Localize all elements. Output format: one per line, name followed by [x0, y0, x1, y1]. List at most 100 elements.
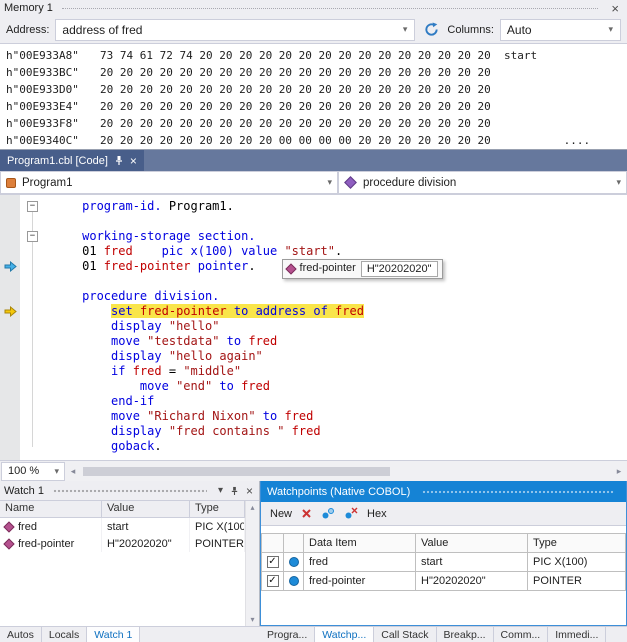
code-editor[interactable]: − program-id. Program1. − working-storage… [0, 195, 627, 460]
outline-margin[interactable] [20, 439, 46, 454]
code-line[interactable]: display "hello again" [0, 349, 627, 364]
outline-margin[interactable] [20, 394, 46, 409]
disable-watchpoints-icon[interactable] [344, 507, 358, 520]
current-statement-arrow-icon[interactable] [0, 306, 20, 317]
columns-combobox[interactable]: Auto ▾ [500, 19, 621, 41]
code-line[interactable]: if fred = "middle" [0, 364, 627, 379]
memory-bytes: 20 20 20 20 20 20 20 20 20 20 20 20 20 2… [100, 98, 504, 115]
memory-row[interactable]: h"00E933BC"20 20 20 20 20 20 20 20 20 20… [6, 64, 627, 81]
code-line[interactable]: move "testdata" to fred [0, 334, 627, 349]
address-combobox[interactable]: address of fred ▾ [55, 19, 415, 41]
outline-margin[interactable] [20, 214, 46, 229]
scroll-up-icon[interactable]: ▴ [250, 503, 254, 512]
code-line[interactable]: move "end" to fred [0, 379, 627, 394]
bottom-tab-watchp[interactable]: Watchp... [315, 627, 374, 642]
memory-row[interactable]: h"00E9340C"20 20 20 20 20 20 20 20 20 00… [6, 132, 627, 149]
code-line[interactable]: display "hello" [0, 319, 627, 334]
bottom-tab-immedi[interactable]: Immedi... [548, 627, 606, 642]
close-icon[interactable]: × [607, 2, 623, 15]
code-line[interactable]: − program-id. Program1. [0, 199, 627, 214]
memory-row[interactable]: h"00E933F8"20 20 20 20 20 20 20 20 20 20… [6, 115, 627, 132]
watchpoint-row[interactable]: ✓fredstartPIC X(100) [262, 553, 626, 572]
code-text: procedure division. [46, 289, 219, 304]
watch-row[interactable]: fredstartPIC X(100) [0, 518, 245, 535]
bottom-tab-progra[interactable]: Progra... [260, 627, 315, 642]
scroll-left-icon[interactable]: ◂ [65, 466, 81, 477]
code-line[interactable]: − working-storage section. [0, 229, 627, 244]
vertical-scrollbar[interactable]: ▴ ▾ [245, 501, 259, 626]
hex-toggle-button[interactable]: Hex [367, 508, 387, 520]
outline-margin[interactable] [20, 379, 46, 394]
code-line[interactable]: set fred-pointer to address of fred [0, 304, 627, 319]
code-text: goback. [46, 439, 162, 454]
outline-margin[interactable]: − [20, 229, 46, 244]
outline-margin[interactable] [20, 244, 46, 259]
memory-content[interactable]: h"00E933A8"73 74 61 72 74 20 20 20 20 20… [0, 44, 627, 149]
watch-row[interactable]: fred-pointerH"20202020"POINTER [0, 535, 245, 552]
pin-icon[interactable] [228, 486, 241, 496]
code-line[interactable] [0, 214, 627, 229]
outline-margin[interactable] [20, 304, 46, 319]
zoom-dropdown[interactable]: 100 % ▾ [1, 462, 65, 481]
outline-margin[interactable] [20, 289, 46, 304]
code-line[interactable]: display "fred contains " fred [0, 424, 627, 439]
bottom-tab-call-stack[interactable]: Call Stack [374, 627, 436, 642]
section-dropdown[interactable]: procedure division ▾ [338, 171, 627, 194]
chevron-down-icon[interactable]: ▾ [616, 177, 621, 188]
code-line[interactable]: 01 fred-pointer pointer.fred-pointerH"20… [0, 259, 627, 274]
scrollbar-track[interactable] [81, 467, 611, 476]
outline-margin[interactable] [20, 259, 46, 274]
chevron-down-icon[interactable]: ▾ [398, 24, 413, 35]
chevron-down-icon[interactable]: ▾ [52, 466, 61, 477]
pin-icon[interactable] [114, 155, 124, 166]
close-icon[interactable]: × [244, 484, 255, 498]
outline-margin[interactable] [20, 319, 46, 334]
outline-margin[interactable] [20, 409, 46, 424]
code-line[interactable]: procedure division. [0, 289, 627, 304]
watchpoints-titlebar: Watchpoints (Native COBOL) [261, 481, 626, 502]
memory-row[interactable]: h"00E933A8"73 74 61 72 74 20 20 20 20 20… [6, 47, 627, 64]
collapse-minus-icon[interactable]: − [27, 231, 38, 242]
bottom-tab-autos[interactable]: Autos [0, 627, 42, 642]
code-line[interactable]: move "Richard Nixon" to fred [0, 409, 627, 424]
memory-row[interactable]: h"00E933D0"20 20 20 20 20 20 20 20 20 20… [6, 81, 627, 98]
code-line[interactable]: goback. [0, 439, 627, 454]
bottom-tab-comm[interactable]: Comm... [494, 627, 549, 642]
memory-row[interactable]: h"00E933E4"20 20 20 20 20 20 20 20 20 20… [6, 98, 627, 115]
tab-program1-cbl[interactable]: Program1.cbl [Code] × [0, 150, 144, 171]
bottom-tab-locals[interactable]: Locals [42, 627, 87, 642]
enable-watchpoints-icon[interactable] [321, 507, 335, 520]
program-dropdown[interactable]: Program1 ▾ [0, 171, 338, 194]
bottom-tab-breakp[interactable]: Breakp... [437, 627, 494, 642]
outline-margin[interactable] [20, 424, 46, 439]
scroll-down-icon[interactable]: ▾ [250, 615, 254, 624]
watchpoint-checkbox[interactable]: ✓ [267, 575, 279, 587]
datatip-value[interactable]: H"20202020" [361, 261, 438, 277]
delete-watchpoint-icon[interactable] [301, 508, 312, 519]
close-icon[interactable]: × [130, 155, 137, 167]
bottom-tab-watch-1[interactable]: Watch 1 [87, 627, 140, 642]
outline-margin[interactable] [20, 274, 46, 289]
code-line[interactable]: 01 fred pic x(100) value "start". [0, 244, 627, 259]
pointer-arrow-icon[interactable] [0, 261, 20, 272]
collapse-minus-icon[interactable]: − [27, 201, 38, 212]
watchpoint-type: PIC X(100) [528, 553, 626, 572]
window-menu-icon[interactable]: ▾ [216, 485, 225, 496]
code-line[interactable]: end-if [0, 394, 627, 409]
horizontal-scrollbar[interactable]: ◂ ▸ [65, 461, 627, 481]
outline-margin[interactable] [20, 349, 46, 364]
outline-margin[interactable]: − [20, 199, 46, 214]
outline-margin[interactable] [20, 364, 46, 379]
refresh-icon[interactable] [421, 20, 441, 40]
new-watchpoint-button[interactable]: New [270, 508, 292, 520]
outline-margin[interactable] [20, 334, 46, 349]
chevron-down-icon[interactable]: ▾ [327, 177, 332, 188]
chevron-down-icon[interactable]: ▾ [603, 24, 618, 35]
watchpoint-row[interactable]: ✓fred-pointerH"20202020"POINTER [262, 572, 626, 591]
bottom-panels: Watch 1 ▾ × NameValueTypefredstartPIC X(… [0, 481, 627, 626]
memory-ascii [504, 64, 627, 81]
scroll-right-icon[interactable]: ▸ [611, 466, 627, 477]
scrollbar-thumb[interactable] [83, 467, 390, 476]
watchpoint-checkbox[interactable]: ✓ [267, 556, 279, 568]
code-text: display "hello again" [46, 349, 263, 364]
